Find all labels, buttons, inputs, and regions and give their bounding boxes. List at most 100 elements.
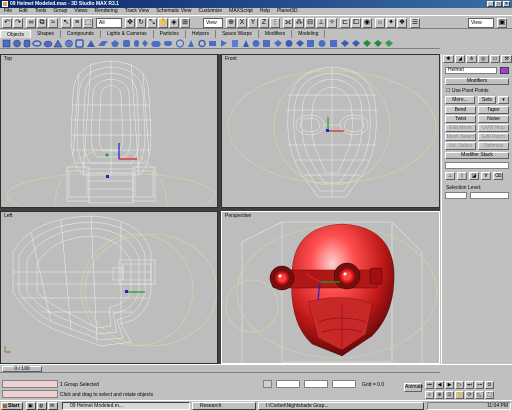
place-highlight-icon[interactable]: ✧ <box>327 18 337 28</box>
go-to-end-icon[interactable]: ⏭ <box>465 381 474 389</box>
select-link-icon[interactable]: ∞ <box>26 18 36 28</box>
sets-dropdown-icon[interactable]: ▾ <box>498 96 509 104</box>
schematic-view-icon[interactable]: ⧠ <box>351 18 361 28</box>
maxscript-listener-output[interactable] <box>2 390 58 398</box>
arc-rotate-icon[interactable]: ⟳ <box>465 391 474 399</box>
array-icon[interactable]: ⁂ <box>294 18 304 28</box>
taper-button[interactable]: Taper <box>478 106 509 114</box>
key-mode-icon[interactable]: ⊶ <box>475 381 484 389</box>
create-shapemerge-icon[interactable] <box>318 40 326 47</box>
create-pointcurve-icon[interactable] <box>363 40 371 47</box>
tab-shapes[interactable]: Shapes <box>31 30 61 38</box>
redo-icon[interactable]: ↷ <box>13 18 23 28</box>
create-tube-icon[interactable] <box>75 39 84 48</box>
sub-object-toggle[interactable] <box>445 192 467 199</box>
view-dropdown[interactable]: View <box>468 18 494 28</box>
create-mesher-icon[interactable] <box>307 40 314 47</box>
maximize-button[interactable]: □ <box>495 1 502 7</box>
create-cvcurve-icon[interactable] <box>374 40 382 47</box>
create-scatter-icon[interactable] <box>263 40 270 47</box>
tab-helpers[interactable]: Helpers <box>186 30 217 38</box>
render-scene-icon[interactable]: ☼ <box>375 18 385 28</box>
uvw-map-button[interactable]: UVW Map <box>478 124 509 132</box>
z-coordinate-field[interactable] <box>332 380 356 388</box>
create-box-icon[interactable] <box>2 39 11 48</box>
sub-object-dropdown[interactable] <box>470 192 509 199</box>
pin-stack-icon[interactable]: ⊥ <box>445 172 455 180</box>
remove-modifier-icon[interactable]: ⌫ <box>493 172 503 180</box>
select-icon[interactable]: ↖ <box>61 18 71 28</box>
edit-patch-button[interactable]: Edit Patch <box>478 133 509 141</box>
squash-icon[interactable]: ◈ <box>169 18 179 28</box>
x-coordinate-field[interactable] <box>276 380 300 388</box>
tab-compounds[interactable]: Compounds <box>61 30 101 38</box>
menu-planet3d[interactable]: Planet3D <box>277 8 298 15</box>
reference-coord-dropdown[interactable]: View <box>203 18 223 28</box>
create-prism-icon[interactable] <box>188 40 194 47</box>
active-inactive-icon[interactable]: | <box>457 172 467 180</box>
field-of-view-icon[interactable]: ◺ <box>475 391 484 399</box>
menu-track-view[interactable]: Track View <box>125 8 149 15</box>
create-gengon-icon[interactable] <box>151 41 161 47</box>
tab-particles[interactable]: Particles <box>154 30 186 38</box>
menu-file[interactable]: File <box>4 8 12 15</box>
pan-icon[interactable]: ✋ <box>455 391 464 399</box>
tab-lights-cameras[interactable]: Lights & Cameras <box>101 30 154 38</box>
select-scale-icon[interactable]: ⤡ <box>147 18 157 28</box>
create-dynamics-icon[interactable] <box>385 40 393 47</box>
menu-views[interactable]: Views <box>74 8 87 15</box>
maximize-viewport-icon[interactable]: ⛶ <box>485 391 494 399</box>
create-torus-icon[interactable] <box>32 40 42 47</box>
create-boolean-icon[interactable] <box>252 40 260 47</box>
play-icon[interactable]: ▶ <box>445 381 454 389</box>
optimize-button[interactable]: Optimize <box>478 142 509 150</box>
next-frame-icon[interactable]: ▷ <box>455 381 464 389</box>
align-icon[interactable]: ⊟ <box>305 18 315 28</box>
zoom-icon[interactable]: ⌕ <box>425 391 434 399</box>
time-slider-thumb[interactable]: 0 / 100 <box>2 366 42 372</box>
utilities-tab-icon[interactable]: ⚒ <box>501 55 512 63</box>
create-geosphere-icon[interactable] <box>65 39 73 48</box>
viewport-left-label[interactable]: Left <box>4 213 12 219</box>
create-patch-icon[interactable] <box>341 40 349 47</box>
unlink-icon[interactable]: ⧉ <box>37 18 47 28</box>
select-move-icon[interactable]: ✥ <box>125 18 135 28</box>
tab-modifiers[interactable]: Modifiers <box>259 30 293 38</box>
create-conform-icon[interactable] <box>274 40 282 47</box>
use-pivot-points-checkbox[interactable]: ☐ Use Pivot Points <box>446 88 489 94</box>
minimize-button[interactable]: _ <box>487 1 494 7</box>
viewport-top-label[interactable]: Top <box>4 56 12 62</box>
quick-launch-mail-icon[interactable]: ✉ <box>48 402 58 410</box>
create-extrude-icon[interactable] <box>232 40 238 47</box>
create-spindle-icon[interactable] <box>142 40 148 47</box>
viewport-perspective-label[interactable]: Perspective <box>225 213 251 219</box>
previous-frame-icon[interactable]: ◀ <box>435 381 444 389</box>
create-nurbs-icon[interactable] <box>352 40 360 47</box>
modify-tab-icon[interactable]: ◢ <box>454 55 466 63</box>
menu-customize[interactable]: Customize <box>199 8 223 15</box>
create-pyramid-icon[interactable] <box>87 40 95 47</box>
axis-z-icon[interactable]: Z <box>259 18 269 28</box>
menu-rendering[interactable]: Rendering <box>95 8 118 15</box>
normal-align-icon[interactable]: ⊥ <box>316 18 326 28</box>
track-view-icon[interactable]: ⊏ <box>340 18 350 28</box>
time-config-icon[interactable]: ⏲ <box>485 381 494 389</box>
quick-launch-desktop-icon[interactable]: ▣ <box>26 402 36 410</box>
render-last-icon[interactable]: ❖ <box>397 18 407 28</box>
manipulate-icon[interactable]: ✋ <box>158 18 168 28</box>
twist-button[interactable]: Twist <box>445 115 476 123</box>
zoom-extents-icon[interactable]: ⊡ <box>445 391 454 399</box>
viewport-perspective[interactable]: Perspective <box>221 211 440 364</box>
selection-filter-dropdown[interactable]: All <box>96 18 122 28</box>
menu-tools[interactable]: Tools <box>35 8 47 15</box>
viewport-front-label[interactable]: Front <box>225 56 237 62</box>
maxscript-listener-field[interactable] <box>2 380 58 388</box>
hierarchy-tab-icon[interactable]: ⋔ <box>466 55 478 63</box>
create-cylinder-icon[interactable] <box>23 39 31 48</box>
select-rotate-icon[interactable]: ↻ <box>136 18 146 28</box>
tab-modeling[interactable]: Modeling <box>292 30 326 38</box>
edit-mesh-button[interactable]: Edit Mesh <box>445 124 476 132</box>
viewport-top[interactable]: Top <box>0 54 218 208</box>
region-select-icon[interactable]: ⬚ <box>83 18 93 28</box>
task-research[interactable]: Research <box>192 402 256 410</box>
